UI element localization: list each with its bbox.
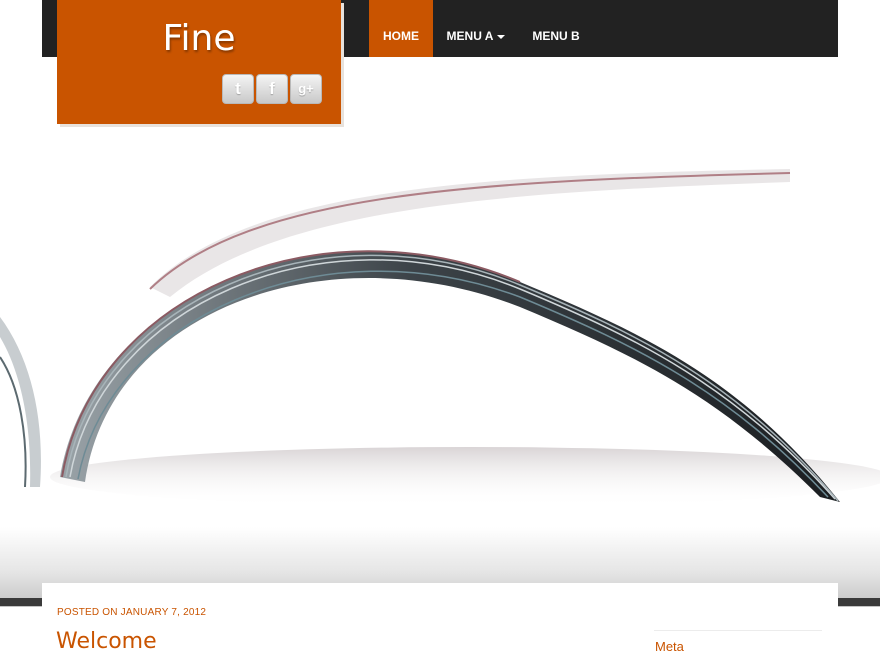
post-title[interactable]: Welcome <box>56 629 157 654</box>
post-date: POSTED ON JANUARY 7, 2012 <box>57 607 207 618</box>
twitter-icon[interactable]: t <box>222 74 254 104</box>
sidebar-widget-title: Meta <box>655 639 684 654</box>
menu-item-menu-a[interactable]: MENU A <box>437 0 515 57</box>
sidebar-divider <box>654 630 822 631</box>
menu-item-label: MENU A <box>446 29 494 43</box>
site-logo-box: Fine t f g+ <box>57 0 341 124</box>
menu-item-home[interactable]: HOME <box>369 0 433 57</box>
site-title[interactable]: Fine <box>57 18 341 59</box>
google-plus-icon[interactable]: g+ <box>290 74 322 104</box>
chevron-down-icon <box>497 34 506 39</box>
hero-image <box>0 57 880 607</box>
content-area: POSTED ON JANUARY 7, 2012 Welcome Meta <box>42 583 838 660</box>
facebook-icon[interactable]: f <box>256 74 288 104</box>
menu-item-label: MENU B <box>532 29 580 43</box>
menu-item-label: HOME <box>383 29 419 43</box>
magazine-pages-illustration <box>0 169 880 507</box>
menu-item-menu-b[interactable]: MENU B <box>522 0 590 57</box>
